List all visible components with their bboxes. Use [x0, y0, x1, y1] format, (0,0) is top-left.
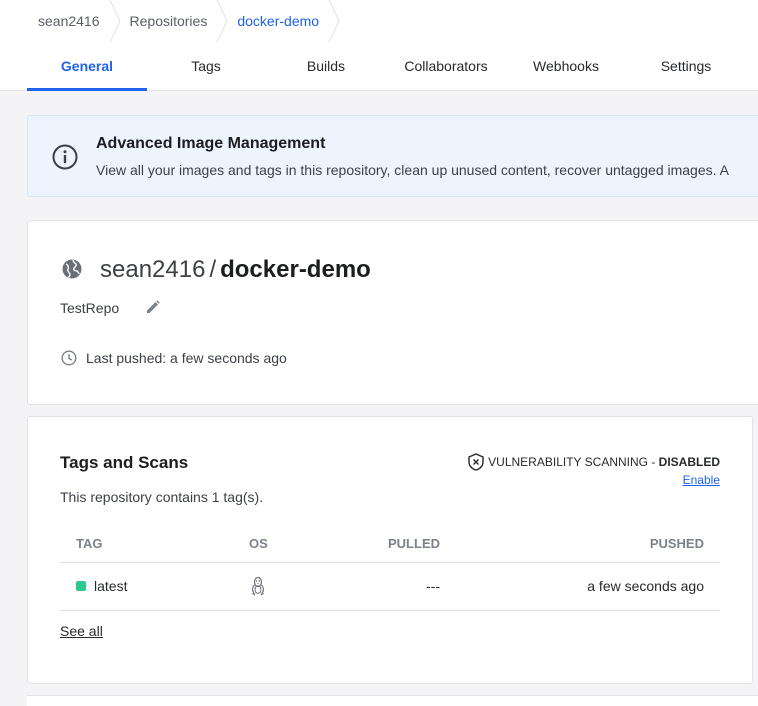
tab-webhooks[interactable]: Webhooks: [506, 42, 626, 90]
column-header-os: OS: [249, 535, 268, 551]
pulled-cell: ---: [426, 578, 440, 594]
banner-title: Advanced Image Management: [96, 135, 326, 152]
tags-and-scans-card: Tags and Scans This repository contains …: [27, 416, 753, 684]
repo-slash: /: [209, 256, 217, 283]
tag-name[interactable]: latest: [94, 578, 127, 594]
breadcrumb-repo[interactable]: docker-demo: [229, 0, 341, 42]
pencil-edit-icon[interactable]: [146, 300, 160, 314]
column-header-tag: TAG: [76, 535, 103, 551]
info-icon: [52, 144, 78, 170]
tags-section-title: Tags and Scans: [60, 453, 189, 472]
vuln-status: DISABLED: [658, 455, 720, 469]
vuln-label: VULNERABILITY SCANNING - DISABLED: [488, 455, 720, 469]
tab-builds[interactable]: Builds: [266, 42, 386, 90]
enable-scanning-link[interactable]: Enable: [468, 473, 720, 487]
os-cell: [249, 562, 267, 610]
pushed-cell: a few seconds ago: [587, 578, 704, 594]
advanced-image-management-banner: Advanced Image Management View all your …: [27, 115, 758, 197]
tab-collaborators[interactable]: Collaborators: [386, 42, 506, 90]
column-header-pulled: PULLED: [388, 535, 440, 551]
breadcrumb-separator-icon: [328, 0, 340, 42]
linux-icon: [251, 576, 265, 596]
vulnerability-scanning-status: VULNERABILITY SCANNING - DISABLED Enable: [468, 453, 720, 487]
repo-namespace: sean2416: [100, 256, 206, 283]
repo-description: TestRepo: [60, 300, 120, 316]
banner-text: View all your images and tags in this re…: [96, 162, 729, 178]
see-all-tags-link[interactable]: See all: [60, 623, 103, 639]
breadcrumb-separator-icon: [216, 0, 228, 42]
tags-count-text: This repository contains 1 tag(s).: [60, 489, 264, 505]
globe-icon: [62, 259, 82, 279]
shield-x-icon: [468, 453, 484, 471]
tags-table-header: TAG OS PULLED PUSHED: [60, 524, 720, 563]
repo-title: sean2416/docker-demo: [100, 256, 371, 284]
repo-name: docker-demo: [220, 256, 371, 283]
table-row[interactable]: latest --- a few seconds ago: [60, 562, 720, 611]
repo-tabs: General Tags Builds Collaborators Webhoo…: [0, 42, 758, 91]
breadcrumb-repositories[interactable]: Repositories: [122, 0, 230, 42]
column-header-pushed: PUSHED: [649, 535, 704, 551]
tab-tags[interactable]: Tags: [146, 42, 266, 90]
tab-settings[interactable]: Settings: [626, 42, 746, 90]
breadcrumb: sean2416 Repositories docker-demo: [0, 0, 758, 43]
clock-icon: [61, 350, 77, 366]
tag-status-indicator: [76, 581, 86, 591]
repo-info-card: sean2416/docker-demo TestRepo Last pushe…: [27, 220, 758, 405]
breadcrumb-namespace[interactable]: sean2416: [0, 0, 122, 42]
tag-cell: latest: [76, 562, 127, 610]
tab-general[interactable]: General: [27, 42, 147, 91]
last-pushed-text: Last pushed: a few seconds ago: [86, 350, 287, 366]
breadcrumb-separator-icon: [109, 0, 121, 42]
